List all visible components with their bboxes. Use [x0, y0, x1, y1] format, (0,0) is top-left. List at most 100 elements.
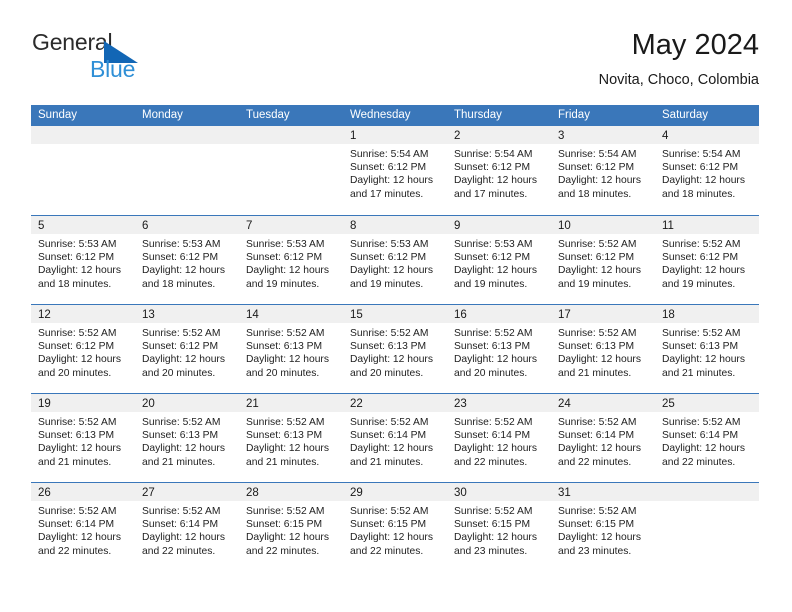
calendar-day-cell[interactable]: 12 Sunrise: 5:52 AM Sunset: 6:12 PM Dayligh…	[31, 305, 135, 393]
day-number-band	[655, 483, 759, 501]
day-number: 21	[246, 398, 259, 410]
day-number: 8	[350, 220, 357, 232]
day-detail-line: Daylight: 12 hours	[558, 443, 641, 455]
day-detail-line: Daylight: 12 hours	[246, 354, 329, 366]
calendar-day-cell[interactable]: 8 Sunrise: 5:53 AM Sunset: 6:12 PM Daylight…	[343, 216, 447, 304]
calendar-day-cell[interactable]: 26 Sunrise: 5:52 AM Sunset: 6:14 PM Dayligh…	[31, 483, 135, 571]
day-number-band: 30	[447, 483, 551, 501]
day-number: 4	[662, 130, 669, 142]
calendar-day-cell[interactable]: 15 Sunrise: 5:52 AM Sunset: 6:13 PM Dayligh…	[343, 305, 447, 393]
calendar-week-row: 1 Sunrise: 5:54 AM Sunset: 6:12 PM Daylight…	[31, 126, 759, 215]
day-detail-line: Sunset: 6:12 PM	[662, 252, 739, 264]
day-number-band: 18	[655, 305, 759, 323]
calendar-day-cell[interactable]: 27 Sunrise: 5:52 AM Sunset: 6:14 PM Dayligh…	[135, 483, 239, 571]
calendar-day-cell-empty	[135, 126, 239, 215]
day-details: Sunrise: 5:54 AM Sunset: 6:12 PM Daylight:…	[447, 144, 551, 201]
day-detail-line: and 22 minutes.	[558, 456, 632, 468]
calendar-day-cell[interactable]: 29 Sunrise: 5:52 AM Sunset: 6:15 PM Dayligh…	[343, 483, 447, 571]
calendar-day-cell[interactable]: 2 Sunrise: 5:54 AM Sunset: 6:12 PM Daylight…	[447, 126, 551, 215]
calendar-day-cell[interactable]: 30 Sunrise: 5:52 AM Sunset: 6:15 PM Dayligh…	[447, 483, 551, 571]
calendar-day-cell[interactable]: 11 Sunrise: 5:52 AM Sunset: 6:12 PM Dayligh…	[655, 216, 759, 304]
calendar-day-cell[interactable]: 9 Sunrise: 5:53 AM Sunset: 6:12 PM Daylight…	[447, 216, 551, 304]
day-detail-line: Sunrise: 5:52 AM	[558, 328, 637, 339]
day-detail-line: Sunrise: 5:52 AM	[38, 506, 117, 517]
calendar-day-cell[interactable]: 20 Sunrise: 5:52 AM Sunset: 6:13 PM Dayligh…	[135, 394, 239, 482]
day-detail-line: Daylight: 12 hours	[246, 443, 329, 455]
calendar-weeks: 1 Sunrise: 5:54 AM Sunset: 6:12 PM Daylight…	[31, 126, 759, 571]
day-details	[239, 144, 343, 148]
day-number: 9	[454, 220, 461, 232]
day-detail-line: Sunset: 6:12 PM	[454, 162, 531, 174]
day-detail-line: Daylight: 12 hours	[246, 265, 329, 277]
calendar-day-cell[interactable]: 5 Sunrise: 5:53 AM Sunset: 6:12 PM Daylight…	[31, 216, 135, 304]
day-detail-line: Sunrise: 5:52 AM	[558, 506, 637, 517]
day-number: 25	[662, 398, 675, 410]
calendar-day-cell[interactable]: 13 Sunrise: 5:52 AM Sunset: 6:12 PM Dayligh…	[135, 305, 239, 393]
calendar-day-cell[interactable]: 24 Sunrise: 5:52 AM Sunset: 6:14 PM Dayligh…	[551, 394, 655, 482]
calendar-day-cell[interactable]: 17 Sunrise: 5:52 AM Sunset: 6:13 PM Dayligh…	[551, 305, 655, 393]
day-number: 18	[662, 309, 675, 321]
day-detail-line: Sunset: 6:14 PM	[38, 519, 115, 531]
day-detail-line: and 22 minutes.	[246, 545, 320, 557]
day-number: 19	[38, 398, 51, 410]
day-detail-line: Sunset: 6:15 PM	[454, 519, 531, 531]
day-detail-line: Sunrise: 5:54 AM	[350, 149, 429, 160]
logo-text-blue: Blue	[90, 56, 136, 82]
day-detail-line: and 22 minutes.	[454, 456, 528, 468]
day-number-band	[31, 126, 135, 144]
general-blue-logo[interactable]: General Blue	[31, 28, 291, 90]
day-detail-line: Sunrise: 5:52 AM	[454, 328, 533, 339]
day-detail-line: Sunset: 6:15 PM	[350, 519, 427, 531]
day-number-band: 9	[447, 216, 551, 234]
day-detail-line: Sunrise: 5:52 AM	[662, 417, 741, 428]
day-detail-line: and 21 minutes.	[350, 456, 424, 468]
day-details: Sunrise: 5:52 AM Sunset: 6:15 PM Daylight:…	[239, 501, 343, 558]
calendar-day-cell[interactable]: 1 Sunrise: 5:54 AM Sunset: 6:12 PM Daylight…	[343, 126, 447, 215]
day-number: 3	[558, 130, 565, 142]
calendar-day-cell[interactable]: 4 Sunrise: 5:54 AM Sunset: 6:12 PM Daylight…	[655, 126, 759, 215]
calendar-day-cell[interactable]: 18 Sunrise: 5:52 AM Sunset: 6:13 PM Dayligh…	[655, 305, 759, 393]
day-details	[655, 501, 759, 505]
day-number-band: 31	[551, 483, 655, 501]
day-details: Sunrise: 5:53 AM Sunset: 6:12 PM Daylight:…	[447, 234, 551, 291]
day-details: Sunrise: 5:52 AM Sunset: 6:12 PM Daylight:…	[551, 234, 655, 291]
day-details: Sunrise: 5:52 AM Sunset: 6:14 PM Daylight:…	[135, 501, 239, 558]
calendar-day-cell[interactable]: 7 Sunrise: 5:53 AM Sunset: 6:12 PM Daylight…	[239, 216, 343, 304]
calendar-day-cell[interactable]: 10 Sunrise: 5:52 AM Sunset: 6:12 PM Dayligh…	[551, 216, 655, 304]
calendar-day-cell[interactable]: 25 Sunrise: 5:52 AM Sunset: 6:14 PM Dayligh…	[655, 394, 759, 482]
day-detail-line: Sunset: 6:12 PM	[38, 252, 115, 264]
day-details: Sunrise: 5:52 AM Sunset: 6:12 PM Daylight:…	[135, 323, 239, 380]
calendar-day-cell[interactable]: 16 Sunrise: 5:52 AM Sunset: 6:13 PM Dayligh…	[447, 305, 551, 393]
calendar-day-cell[interactable]: 19 Sunrise: 5:52 AM Sunset: 6:13 PM Dayligh…	[31, 394, 135, 482]
day-detail-line: and 19 minutes.	[662, 278, 736, 290]
day-detail-line: and 19 minutes.	[350, 278, 424, 290]
day-details: Sunrise: 5:52 AM Sunset: 6:15 PM Daylight:…	[551, 501, 655, 558]
day-detail-line: Sunset: 6:14 PM	[142, 519, 219, 531]
calendar-day-cell[interactable]: 23 Sunrise: 5:52 AM Sunset: 6:14 PM Dayligh…	[447, 394, 551, 482]
day-detail-line: Daylight: 12 hours	[662, 354, 745, 366]
day-detail-line: Sunset: 6:12 PM	[142, 252, 219, 264]
day-number: 22	[350, 398, 363, 410]
calendar-day-cell[interactable]: 21 Sunrise: 5:52 AM Sunset: 6:13 PM Dayligh…	[239, 394, 343, 482]
day-number: 11	[662, 220, 674, 232]
day-detail-line: Daylight: 12 hours	[350, 175, 433, 187]
day-detail-line: Daylight: 12 hours	[454, 265, 537, 277]
calendar-week-row: 12 Sunrise: 5:52 AM Sunset: 6:12 PM Dayligh…	[31, 304, 759, 393]
day-detail-line: Sunrise: 5:54 AM	[558, 149, 637, 160]
day-number: 6	[142, 220, 149, 232]
day-details: Sunrise: 5:52 AM Sunset: 6:14 PM Daylight:…	[655, 412, 759, 469]
calendar-day-cell[interactable]: 31 Sunrise: 5:52 AM Sunset: 6:15 PM Dayligh…	[551, 483, 655, 571]
day-detail-line: and 19 minutes.	[246, 278, 320, 290]
day-detail-line: and 21 minutes.	[662, 367, 736, 379]
day-details: Sunrise: 5:53 AM Sunset: 6:12 PM Daylight:…	[239, 234, 343, 291]
calendar-day-cell[interactable]: 6 Sunrise: 5:53 AM Sunset: 6:12 PM Daylight…	[135, 216, 239, 304]
calendar-day-cell-empty	[239, 126, 343, 215]
title-block: May 2024 Novita, Choco, Colombia	[599, 28, 759, 89]
calendar-day-cell[interactable]: 28 Sunrise: 5:52 AM Sunset: 6:15 PM Dayligh…	[239, 483, 343, 571]
calendar-day-cell[interactable]: 14 Sunrise: 5:52 AM Sunset: 6:13 PM Dayligh…	[239, 305, 343, 393]
day-number: 13	[142, 309, 155, 321]
calendar-day-cell[interactable]: 3 Sunrise: 5:54 AM Sunset: 6:12 PM Daylight…	[551, 126, 655, 215]
day-number-band: 6	[135, 216, 239, 234]
calendar-day-cell[interactable]: 22 Sunrise: 5:52 AM Sunset: 6:14 PM Dayligh…	[343, 394, 447, 482]
day-detail-line: and 18 minutes.	[558, 188, 632, 200]
